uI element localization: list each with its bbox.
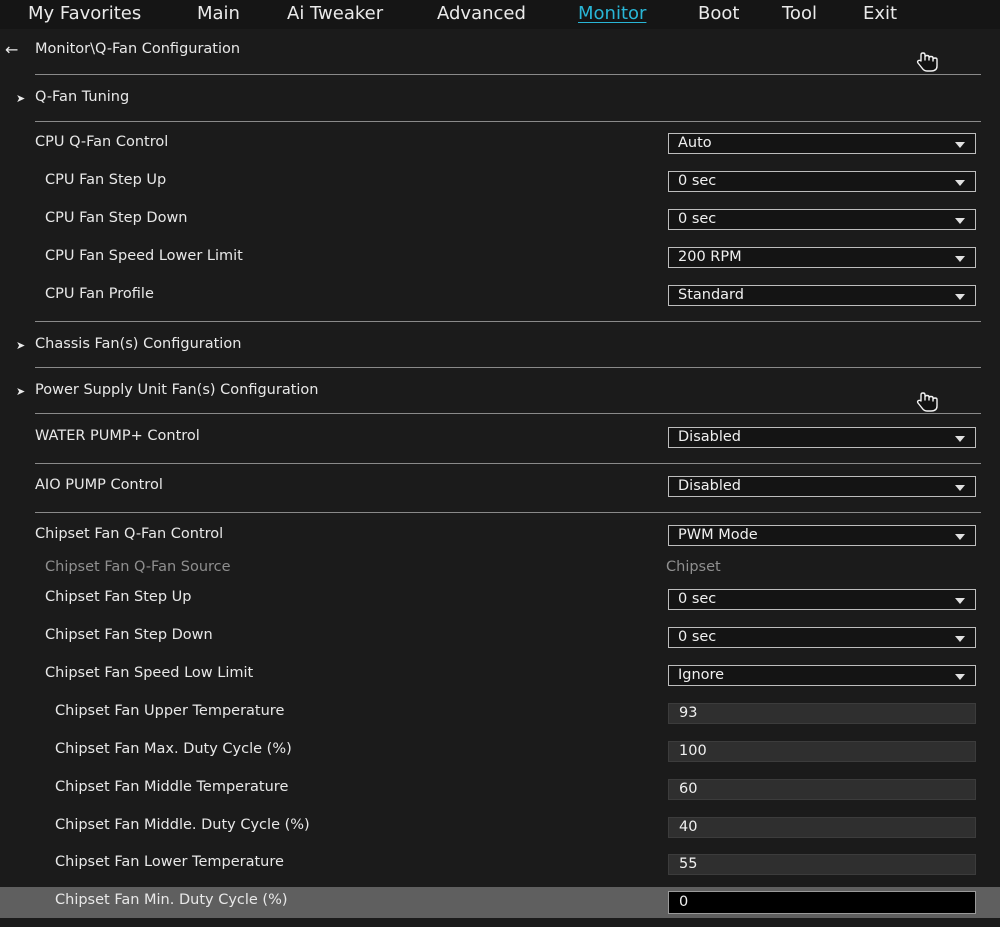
- chipset-step-down-label: Chipset Fan Step Down: [45, 627, 213, 643]
- dropdown-value: 0 sec: [678, 629, 717, 645]
- divider: [35, 413, 981, 414]
- breadcrumb: Monitor\Q-Fan Configuration: [35, 41, 241, 57]
- chipset-step-down-dropdown[interactable]: 0 sec: [668, 627, 976, 648]
- submenu-qfan-tuning[interactable]: Q-Fan Tuning: [35, 89, 129, 105]
- chipset-step-up-dropdown[interactable]: 0 sec: [668, 589, 976, 610]
- tab-my-favorites[interactable]: My Favorites: [28, 3, 141, 24]
- input-value: 40: [679, 819, 698, 835]
- chipset-upper-temp-label: Chipset Fan Upper Temperature: [55, 703, 285, 719]
- dropdown-value: Auto: [678, 135, 712, 151]
- chipset-max-duty-label: Chipset Fan Max. Duty Cycle (%): [55, 741, 292, 757]
- aio-pump-label: AIO PUMP Control: [35, 477, 163, 493]
- chipset-min-duty-input[interactable]: 0: [668, 891, 976, 914]
- dropdown-value: Standard: [678, 287, 744, 303]
- chevron-down-icon: [955, 142, 965, 148]
- chevron-down-icon: [955, 256, 965, 262]
- cpu-qfan-control-dropdown[interactable]: Auto: [668, 133, 976, 154]
- cpu-profile-dropdown[interactable]: Standard: [668, 285, 976, 306]
- chevron-down-icon: [955, 180, 965, 186]
- cpu-profile-label: CPU Fan Profile: [45, 286, 154, 302]
- chipset-max-duty-input[interactable]: 100: [668, 741, 976, 762]
- divider: [35, 321, 981, 322]
- aio-pump-dropdown[interactable]: Disabled: [668, 476, 976, 497]
- tab-boot[interactable]: Boot: [698, 3, 739, 24]
- hand-cursor-icon: [916, 52, 938, 72]
- cpu-speed-lower-limit-dropdown[interactable]: 200 RPM: [668, 247, 976, 268]
- submenu-arrow-icon: ➤: [16, 92, 26, 105]
- input-value: 93: [679, 705, 698, 721]
- tab-advanced[interactable]: Advanced: [437, 3, 526, 24]
- dropdown-value: Disabled: [678, 478, 741, 494]
- dropdown-value: Ignore: [678, 667, 725, 683]
- submenu-psu-fans[interactable]: Power Supply Unit Fan(s) Configuration: [35, 382, 319, 398]
- input-value: 60: [679, 781, 698, 797]
- divider: [35, 463, 981, 464]
- chipset-qfan-source-value: Chipset: [666, 559, 721, 575]
- chipset-step-up-label: Chipset Fan Step Up: [45, 589, 192, 605]
- cpu-qfan-control-label: CPU Q-Fan Control: [35, 134, 169, 150]
- chevron-down-icon: [955, 485, 965, 491]
- tab-tool[interactable]: Tool: [782, 3, 817, 24]
- chevron-down-icon: [955, 598, 965, 604]
- submenu-arrow-icon: ➤: [16, 385, 26, 398]
- input-value: 55: [679, 856, 698, 872]
- chipset-qfan-source-label: Chipset Fan Q-Fan Source: [45, 559, 231, 575]
- chipset-upper-temp-input[interactable]: 93: [668, 703, 976, 724]
- chevron-down-icon: [955, 636, 965, 642]
- dropdown-value: 0 sec: [678, 173, 717, 189]
- input-value: 0: [679, 894, 689, 910]
- cpu-step-down-label: CPU Fan Step Down: [45, 210, 188, 226]
- divider: [35, 74, 981, 75]
- chevron-down-icon: [955, 674, 965, 680]
- submenu-chassis-fans[interactable]: Chassis Fan(s) Configuration: [35, 336, 241, 352]
- cpu-step-down-dropdown[interactable]: 0 sec: [668, 209, 976, 230]
- dropdown-value: 200 RPM: [678, 249, 742, 265]
- chipset-middle-temp-input[interactable]: 60: [668, 779, 976, 800]
- chipset-middle-temp-label: Chipset Fan Middle Temperature: [55, 779, 289, 795]
- back-arrow-icon[interactable]: ←: [5, 40, 18, 59]
- chevron-down-icon: [955, 218, 965, 224]
- top-menu-bar: My Favorites Main Ai Tweaker Advanced Mo…: [0, 0, 1000, 29]
- chipset-speed-low-limit-dropdown[interactable]: Ignore: [668, 665, 976, 686]
- tab-main[interactable]: Main: [197, 3, 240, 24]
- tab-ai-tweaker[interactable]: Ai Tweaker: [287, 3, 383, 24]
- chipset-middle-duty-input[interactable]: 40: [668, 817, 976, 838]
- chipset-middle-duty-label: Chipset Fan Middle. Duty Cycle (%): [55, 817, 310, 833]
- divider: [35, 121, 981, 122]
- dropdown-value: Disabled: [678, 429, 741, 445]
- tab-exit[interactable]: Exit: [863, 3, 897, 24]
- divider: [35, 512, 981, 513]
- chipset-speed-low-limit-label: Chipset Fan Speed Low Limit: [45, 665, 254, 681]
- input-value: 100: [679, 743, 707, 759]
- hand-cursor-icon: [916, 392, 938, 412]
- cpu-step-up-dropdown[interactable]: 0 sec: [668, 171, 976, 192]
- dropdown-value: PWM Mode: [678, 527, 758, 543]
- dropdown-value: 0 sec: [678, 591, 717, 607]
- chipset-qfan-control-label: Chipset Fan Q-Fan Control: [35, 526, 224, 542]
- submenu-arrow-icon: ➤: [16, 339, 26, 352]
- cpu-speed-lower-limit-label: CPU Fan Speed Lower Limit: [45, 248, 243, 264]
- chipset-min-duty-label: Chipset Fan Min. Duty Cycle (%): [55, 892, 288, 908]
- divider: [35, 367, 981, 368]
- chevron-down-icon: [955, 294, 965, 300]
- chevron-down-icon: [955, 436, 965, 442]
- water-pump-dropdown[interactable]: Disabled: [668, 427, 976, 448]
- chipset-lower-temp-label: Chipset Fan Lower Temperature: [55, 854, 284, 870]
- chevron-down-icon: [955, 534, 965, 540]
- chipset-qfan-control-dropdown[interactable]: PWM Mode: [668, 525, 976, 546]
- tab-monitor[interactable]: Monitor: [578, 3, 646, 24]
- water-pump-label: WATER PUMP+ Control: [35, 428, 200, 444]
- dropdown-value: 0 sec: [678, 211, 717, 227]
- cpu-step-up-label: CPU Fan Step Up: [45, 172, 167, 188]
- chipset-lower-temp-input[interactable]: 55: [668, 854, 976, 875]
